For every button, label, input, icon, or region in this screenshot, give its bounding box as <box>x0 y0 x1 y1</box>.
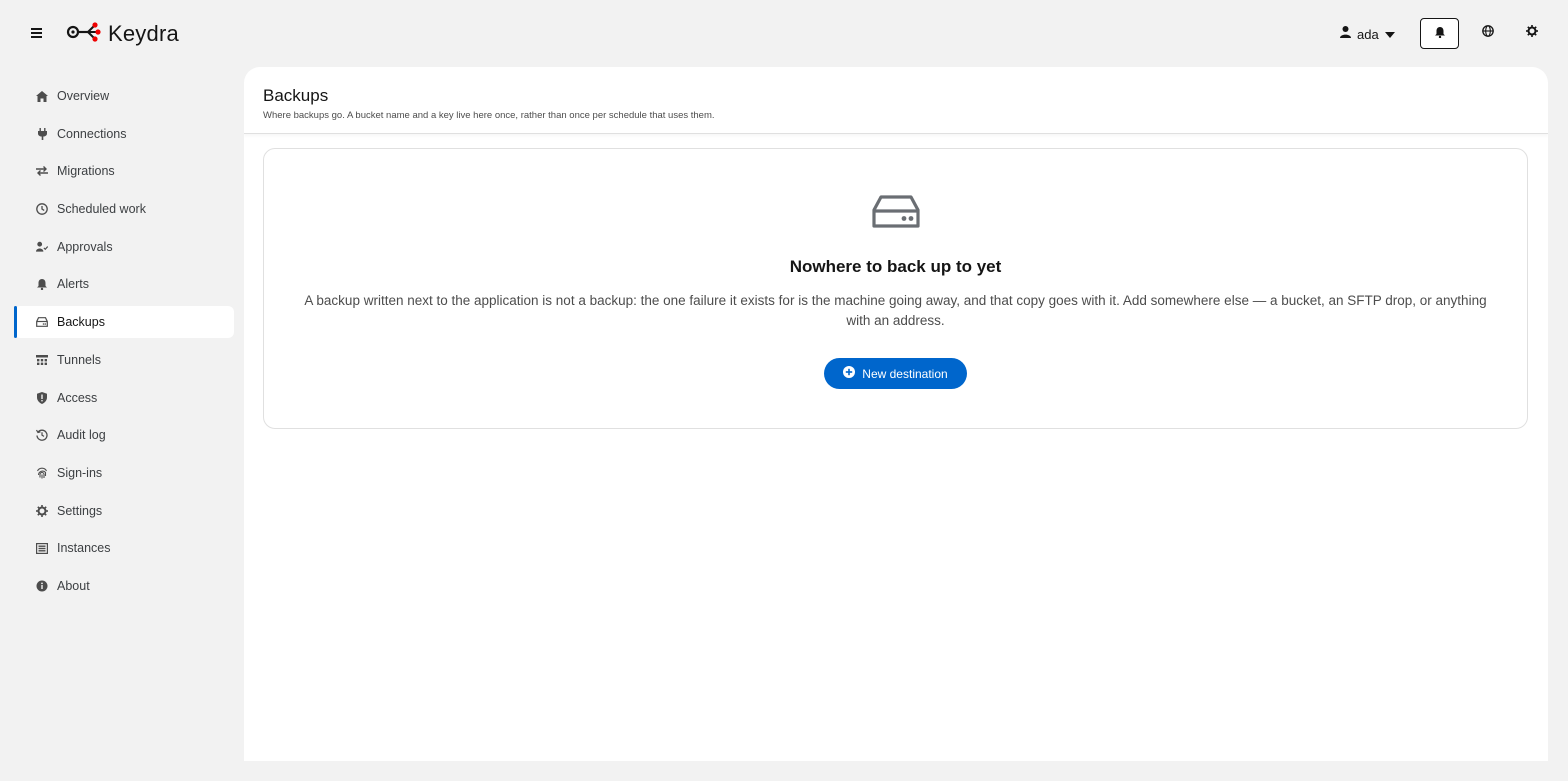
sidebar-item-access[interactable]: Access <box>14 382 234 414</box>
empty-state-body: A backup written next to the application… <box>304 293 1487 328</box>
bell-icon <box>36 278 48 290</box>
history-icon <box>36 429 48 442</box>
arrows-exchange-icon <box>36 165 48 177</box>
sidebar-item-tunnels[interactable]: Tunnels <box>14 344 234 376</box>
notifications-button[interactable] <box>1420 18 1459 49</box>
caret-down-icon <box>1384 25 1395 43</box>
empty-state-title: Nowhere to back up to yet <box>789 257 1002 276</box>
globe-icon <box>1482 24 1494 42</box>
brand-name: Keydra <box>108 21 179 46</box>
sidebar-item-label: Connections <box>57 126 127 141</box>
home-icon <box>36 90 48 102</box>
sidebar-item-label: Settings <box>57 503 103 518</box>
page-subtitle: Where backups go. A bucket name and a ke… <box>263 110 715 121</box>
theme-button[interactable] <box>1522 23 1542 43</box>
gear-icon <box>36 504 48 517</box>
language-button[interactable] <box>1478 23 1498 43</box>
sidebar-item-label: Tunnels <box>57 352 102 367</box>
sidebar-item-overview[interactable]: Overview <box>14 80 234 112</box>
hard-drive-icon <box>36 316 48 328</box>
plus-circle-icon <box>843 366 856 381</box>
new-destination-button[interactable]: New destination <box>824 358 967 389</box>
bell-icon <box>1434 25 1445 43</box>
sidebar-item-alerts[interactable]: Alerts <box>14 268 234 300</box>
masthead: Keydra ada <box>0 0 1568 67</box>
gear-icon <box>1526 24 1538 42</box>
sidebar-item-connections[interactable]: Connections <box>14 118 234 150</box>
user-check-icon <box>36 241 48 253</box>
sidebar-item-label: Overview <box>57 89 110 103</box>
plug-icon <box>36 127 48 140</box>
sidebar-item-sign-ins[interactable]: Sign-ins <box>14 457 234 489</box>
sidebar-item-label: About <box>57 578 90 593</box>
sidebar-item-backups[interactable]: Backups <box>14 306 234 339</box>
sidebar-item-scheduled-work[interactable]: Scheduled work <box>14 193 234 225</box>
page-title: Backups <box>263 86 329 105</box>
empty-state-card: Nowhere to back up to yet A backup writt… <box>263 148 1528 429</box>
hamburger-icon[interactable] <box>26 22 46 44</box>
brand[interactable]: Keydra <box>66 18 179 50</box>
sidebar-item-settings[interactable]: Settings <box>14 495 234 527</box>
new-destination-label: New destination <box>862 366 948 381</box>
sidebar-item-label: Instances <box>57 541 111 556</box>
hard-drive-icon <box>871 194 921 230</box>
user-name: ada <box>1357 26 1379 42</box>
sidebar-item-about[interactable]: About <box>14 570 234 602</box>
keydra-logo-icon <box>66 20 102 49</box>
sidebar-item-label: Access <box>57 390 98 405</box>
sidebar-item-instances[interactable]: Instances <box>14 532 234 564</box>
page-header: Backups Where backups go. A bucket name … <box>244 67 1548 134</box>
user-menu[interactable]: ada <box>1340 22 1395 46</box>
sidebar-item-migrations[interactable]: Migrations <box>14 155 234 187</box>
sidebar-item-label: Audit log <box>57 428 106 443</box>
sidebar-item-label: Migrations <box>57 164 115 179</box>
server-icon <box>36 542 48 554</box>
network-icon <box>36 354 48 366</box>
sidebar-item-approvals[interactable]: Approvals <box>14 231 234 263</box>
info-icon <box>36 580 48 592</box>
main-panel: Backups Where backups go. A bucket name … <box>244 67 1548 761</box>
sidebar-nav: Overview Connections Migrations Schedule… <box>14 80 234 608</box>
sidebar-item-label: Approvals <box>57 239 113 254</box>
clock-icon <box>36 203 48 215</box>
user-icon <box>1340 25 1351 43</box>
sidebar-item-label: Sign-ins <box>57 465 103 480</box>
sidebar-item-label: Alerts <box>57 277 89 292</box>
sidebar-item-label: Scheduled work <box>57 202 146 217</box>
shield-icon <box>36 391 48 404</box>
fingerprint-icon <box>36 467 48 479</box>
sidebar-item-audit-log[interactable]: Audit log <box>14 419 234 451</box>
sidebar-item-label: Backups <box>57 315 105 330</box>
